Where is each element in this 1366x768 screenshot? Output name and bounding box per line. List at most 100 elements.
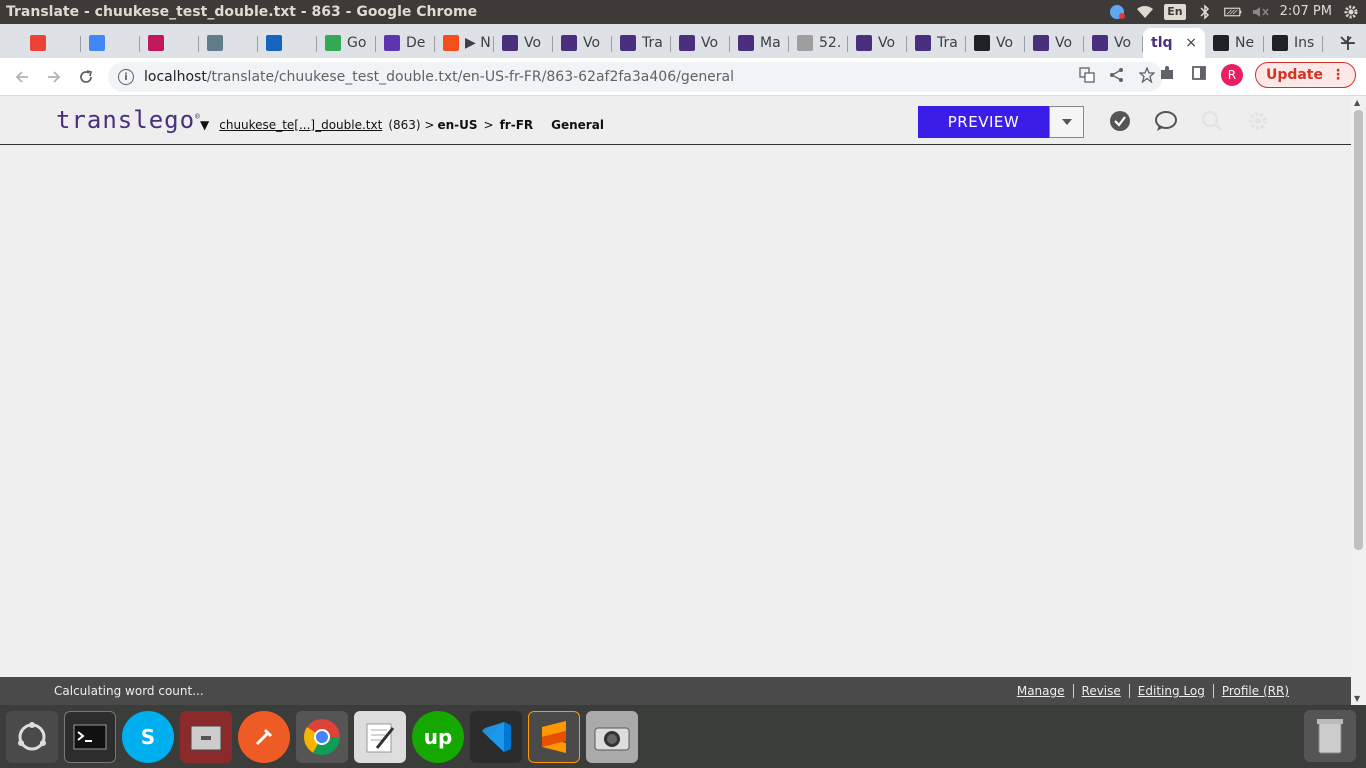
tab-active[interactable]: tlq × [1143,28,1205,58]
upwork-icon[interactable]: up [412,710,464,763]
tab-6[interactable]: De [376,28,435,58]
app-header-icons [1108,109,1270,133]
tab-label: Vo [701,35,719,51]
tab-3[interactable] [199,28,258,58]
manage-link[interactable]: Manage [1009,684,1073,698]
update-button[interactable]: Update ⋮ [1254,62,1356,88]
browser-toolbar: i localhost/translate/chuukese_test_doub… [0,58,1366,96]
sublime-text-icon[interactable] [528,710,580,763]
tab-16[interactable]: Vo [966,28,1025,58]
skype-tray-icon[interactable] [1108,4,1126,20]
chrome-icon[interactable] [296,710,348,763]
page-scrollbar[interactable]: ▲ ▼ [1351,96,1366,705]
tab-21[interactable]: Ins [1264,28,1323,58]
translate-page-icon[interactable] [1079,67,1095,87]
tab-search-chevron-down-icon[interactable] [1340,32,1352,48]
profile-link[interactable]: Profile (RR) [1212,684,1297,698]
tab-label: Go [347,35,367,51]
breadcrumb-id: (863) > [388,118,435,132]
tab-0[interactable] [22,28,81,58]
site-info-icon[interactable]: i [118,69,134,85]
docs-icon [384,35,400,51]
scroll-up-arrow-icon[interactable]: ▲ [1354,98,1360,107]
tab-9[interactable]: Vo [553,28,612,58]
battery-icon[interactable] [1223,4,1242,20]
tab-12[interactable]: Ma [730,28,789,58]
tab-close-icon[interactable]: × [1185,35,1197,51]
share-icon[interactable] [1109,67,1125,87]
text-editor-icon[interactable] [354,710,406,763]
scrollbar-thumb[interactable] [1354,110,1363,550]
search-icon[interactable] [1200,109,1224,133]
profile-avatar[interactable]: R [1220,64,1243,86]
settings-gear-icon[interactable] [1342,4,1360,20]
tab-label: Vo [524,35,542,51]
tab-label: ▶ N [465,35,491,51]
tab-4[interactable] [258,28,317,58]
tab-1[interactable] [81,28,140,58]
app-header: translego® ▼ chuukese_te[...]_double.txt… [0,96,1351,145]
reload-button[interactable] [70,61,102,93]
breadcrumb-source-lang: en-US [437,118,478,132]
grid-icon [207,35,223,51]
side-panel-icon[interactable] [1189,65,1209,85]
tab-label: tlq [1151,35,1173,51]
tab-label: Ins [1294,35,1315,51]
breadcrumb-file-link[interactable]: chuukese_te[...]_double.txt [219,118,382,132]
clock-icon [974,35,990,51]
tab-label: Tra [642,35,663,51]
camera-app-icon[interactable] [586,710,638,763]
check-circle-icon[interactable] [1108,109,1132,133]
address-bar[interactable]: i localhost/translate/chuukese_test_doub… [108,62,1163,92]
skype-icon[interactable]: S [122,710,174,763]
footer-links: Manage Revise Editing Log Profile (RR) [1009,684,1297,698]
clock[interactable]: 2:07 PM [1280,0,1332,24]
tab-10[interactable]: Tra [612,28,671,58]
tab-11[interactable]: Vo [671,28,730,58]
app-status-bar: Calculating word count... Manage Revise … [0,677,1351,705]
forward-button[interactable] [38,61,70,93]
chevron-down-icon [1061,119,1072,125]
comment-bubble-icon[interactable] [1154,109,1178,133]
tab-15[interactable]: Tra [907,28,966,58]
ubuntu-dash-icon[interactable] [6,710,58,763]
globe-icon [797,35,813,51]
editing-log-link[interactable]: Editing Log [1128,684,1213,698]
tab-5[interactable]: Go [317,28,376,58]
file-archive-icon[interactable] [180,710,232,763]
postman-icon[interactable] [238,710,290,763]
breadcrumb: ▼ chuukese_te[...]_double.txt (863) > en… [200,118,604,132]
tab-14[interactable]: Vo [848,28,907,58]
wifi-icon[interactable] [1136,4,1154,20]
volume-muted-icon[interactable] [1252,4,1270,20]
preview-button[interactable]: PREVIEW [918,106,1049,138]
tab-13[interactable]: 52. [789,28,848,58]
extensions-puzzle-icon[interactable] [1157,65,1177,85]
trash-icon[interactable] [1304,710,1356,762]
translego-icon [915,35,931,51]
tab-2[interactable] [140,28,199,58]
translego-icon [502,35,518,51]
bookmark-star-icon[interactable] [1138,66,1156,87]
file-menu-caret-icon[interactable]: ▼ [200,118,209,132]
terminal-icon[interactable] [64,710,116,763]
tab-20[interactable]: Ne [1205,28,1264,58]
wave-icon [89,35,105,51]
translego-icon [1092,35,1108,51]
scroll-down-arrow-icon[interactable]: ▼ [1354,694,1360,703]
preview-dropdown-button[interactable] [1049,106,1084,138]
tab-17[interactable]: Vo [1025,28,1084,58]
bluetooth-icon[interactable] [1196,4,1214,20]
back-button[interactable] [6,61,38,93]
clock-icon [1272,35,1288,51]
keyboard-layout-indicator[interactable]: En [1164,4,1186,20]
status-message: Calculating word count... [54,684,204,698]
revise-link[interactable]: Revise [1072,684,1129,698]
tab-18[interactable]: Vo [1084,28,1143,58]
settings-gear-icon[interactable] [1246,109,1270,133]
vscode-icon[interactable] [470,710,522,763]
github-icon [1213,35,1229,51]
tab-8[interactable]: Vo [494,28,553,58]
translego-logo[interactable]: translego® [56,106,201,134]
tab-7[interactable]: ▶ N [435,28,494,58]
